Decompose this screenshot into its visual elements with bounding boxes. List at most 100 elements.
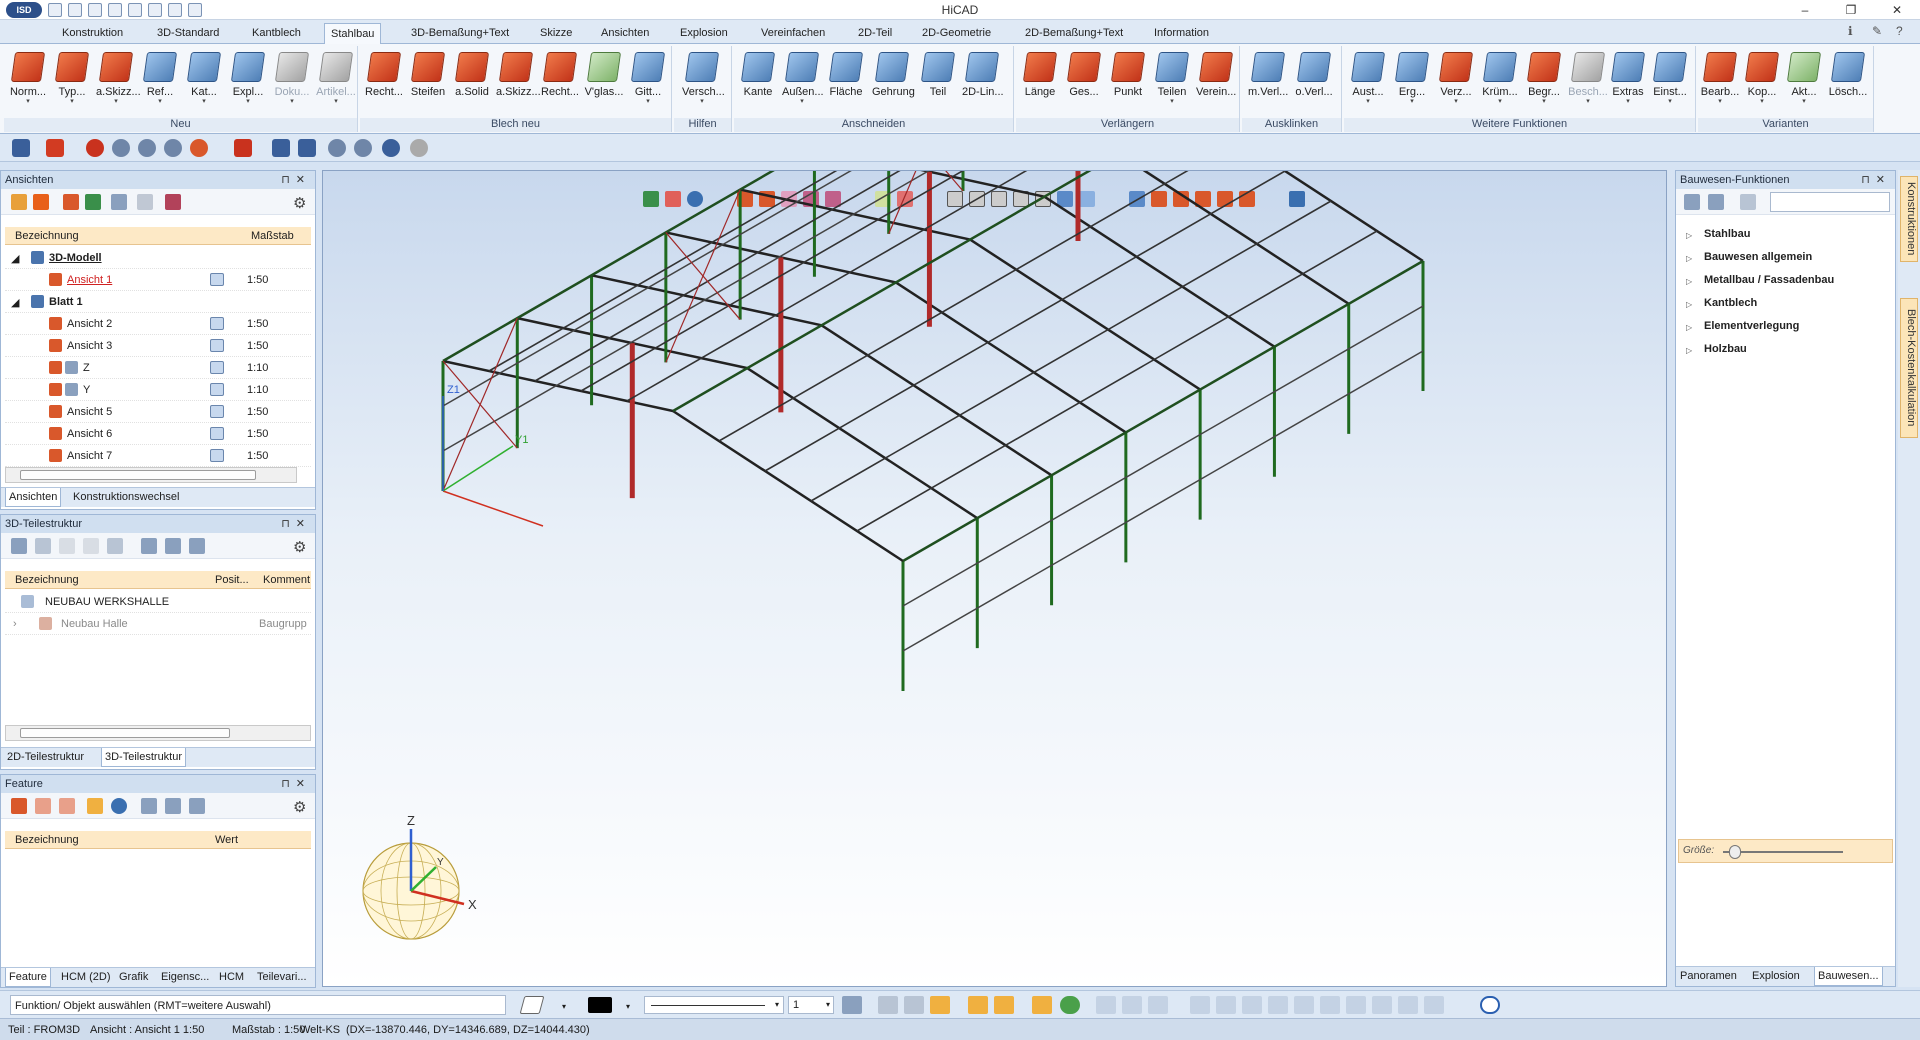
- regenerate-icon[interactable]: [1480, 996, 1500, 1014]
- tab-stahlbau[interactable]: Stahlbau: [324, 23, 382, 45]
- beam-tool-icon[interactable]: [234, 139, 252, 157]
- sort-1-icon[interactable]: [141, 538, 157, 554]
- edit-icon[interactable]: ✎: [1872, 24, 1886, 38]
- gehrung-button[interactable]: Gehrung: [872, 50, 915, 112]
- settings-gear-icon[interactable]: ⚙: [293, 538, 309, 556]
- info-icon[interactable]: ℹ: [1848, 24, 1862, 38]
- tool-2-icon[interactable]: [35, 538, 51, 554]
- blech-a-skizze-button[interactable]: a.Skizz...: [496, 50, 541, 112]
- blech-recht2-button[interactable]: Recht...: [540, 50, 580, 112]
- minimize-button[interactable]: –: [1782, 0, 1828, 20]
- color-picker[interactable]: [588, 997, 612, 1013]
- view-delete-icon[interactable]: [165, 194, 181, 210]
- tool-disabled-11-icon[interactable]: [1372, 996, 1392, 1014]
- tab-kantblech[interactable]: Kantblech: [246, 25, 307, 44]
- new-file-icon[interactable]: [48, 2, 62, 17]
- close-button[interactable]: ✕: [1874, 0, 1920, 20]
- bearb-button[interactable]: Bearb... ▾: [1700, 50, 1740, 112]
- redo-icon[interactable]: [188, 2, 202, 17]
- extras-button[interactable]: Extras ▾: [1608, 50, 1648, 112]
- pin-close-icons[interactable]: ⊓✕: [281, 517, 311, 530]
- refresh-green-icon[interactable]: [1060, 996, 1080, 1014]
- snap-icon[interactable]: [1032, 996, 1052, 1014]
- sort-2-icon[interactable]: [165, 538, 181, 554]
- blech-recht-button[interactable]: Recht...: [364, 50, 404, 112]
- bauwesen-search-input[interactable]: [1770, 192, 1890, 212]
- aussen-button[interactable]: Außen... ▾: [782, 50, 824, 112]
- command-line[interactable]: Funktion/ Objekt auswählen (RMT=weitere …: [10, 995, 506, 1015]
- tool-disabled-7-icon[interactable]: [1268, 996, 1288, 1014]
- expl-button[interactable]: Expl... ▾: [228, 50, 268, 112]
- tab-3d-teilestruktur[interactable]: 3D-Teilestruktur: [101, 748, 187, 767]
- ring-icon[interactable]: [328, 139, 346, 157]
- vereinigen-button[interactable]: Verein...: [1196, 50, 1236, 112]
- sort-2-icon[interactable]: [1708, 194, 1724, 210]
- tab-eigenschaften[interactable]: Eigensc...: [159, 971, 211, 983]
- tool-disabled-4-icon[interactable]: [1190, 996, 1210, 1014]
- plane-icon[interactable]: [519, 996, 545, 1014]
- view-row-blatt-1[interactable]: ◢ Blatt 1: [5, 291, 311, 313]
- tool-disabled-6-icon[interactable]: [1242, 996, 1262, 1014]
- search-icon[interactable]: [1740, 194, 1756, 210]
- grid-frame-icon[interactable]: [994, 996, 1014, 1014]
- tab-3d-standard[interactable]: 3D-Standard: [151, 25, 225, 44]
- new-view-icon[interactable]: [11, 194, 27, 210]
- teilen-button[interactable]: Teilen ▾: [1152, 50, 1192, 112]
- ansichten-hscrollbar[interactable]: [5, 467, 297, 483]
- tree-item-metallbau[interactable]: Metallbau / Fassadenbau: [1704, 274, 1834, 286]
- ges-button[interactable]: Ges...: [1064, 50, 1104, 112]
- steel-hall-model[interactable]: Y1 Z1: [323, 171, 1667, 987]
- shading-color-icon[interactable]: [930, 996, 950, 1014]
- view-row-ansicht-5[interactable]: Ansicht 5 1:50: [5, 401, 311, 423]
- tab-2d-teilestruktur[interactable]: 2D-Teilestruktur: [5, 751, 86, 763]
- size-slider-thumb[interactable]: [1729, 845, 1741, 859]
- tab-teilevarianten[interactable]: Teilevari...: [255, 971, 309, 983]
- laenge-button[interactable]: Länge: [1020, 50, 1060, 112]
- aust-button[interactable]: Aust... ▾: [1348, 50, 1388, 112]
- feature-5-icon[interactable]: [111, 798, 127, 814]
- tab-bauwesen[interactable]: Bauwesen...: [1814, 967, 1883, 986]
- kante-button[interactable]: Kante: [738, 50, 778, 112]
- tab-hcm[interactable]: HCM: [217, 971, 246, 983]
- m-verl-button[interactable]: m.Verl...: [1248, 50, 1288, 112]
- folder-icon[interactable]: [128, 2, 142, 17]
- besch-button[interactable]: Besch... ▾: [1568, 50, 1608, 112]
- tool-disabled-12-icon[interactable]: [1398, 996, 1418, 1014]
- tool-disabled-2-icon[interactable]: [1122, 996, 1142, 1014]
- tab-skizze[interactable]: Skizze: [534, 25, 578, 44]
- tree-item-stahlbau[interactable]: Stahlbau: [1704, 228, 1750, 240]
- tree-item-bauwesen-allgemein[interactable]: Bauwesen allgemein: [1704, 251, 1812, 263]
- punkt-button[interactable]: Punkt: [1108, 50, 1148, 112]
- sort-2-icon[interactable]: [165, 798, 181, 814]
- side-tab-konstruktionen[interactable]: Konstruktionen: [1900, 176, 1918, 262]
- structure-icon[interactable]: [12, 139, 30, 157]
- tab-3d-bemassung[interactable]: 3D-Bemaßung+Text: [405, 25, 515, 44]
- line-width-select[interactable]: 1 ▾: [788, 996, 834, 1014]
- view-row-ansicht-2[interactable]: Ansicht 2 1:50: [5, 313, 311, 335]
- grid-points-icon[interactable]: [968, 996, 988, 1014]
- a-solid-button[interactable]: a.Solid: [452, 50, 492, 112]
- kop-button[interactable]: Kop... ▾: [1742, 50, 1782, 112]
- gitter-button[interactable]: Gitt... ▾: [628, 50, 668, 112]
- steifen-button[interactable]: Steifen: [408, 50, 448, 112]
- pin-close-icons[interactable]: ⊓✕: [281, 777, 311, 790]
- feature-3-icon[interactable]: [59, 798, 75, 814]
- artikel-button[interactable]: Artikel... ▾: [316, 50, 356, 112]
- shade-1-icon[interactable]: [112, 139, 130, 157]
- erg-button[interactable]: Erg... ▾: [1392, 50, 1432, 112]
- line-style-select[interactable]: ▾: [644, 996, 784, 1014]
- view-green-icon[interactable]: [85, 194, 101, 210]
- shade-2-icon[interactable]: [138, 139, 156, 157]
- tool-disabled-9-icon[interactable]: [1320, 996, 1340, 1014]
- flaeche-button[interactable]: Fläche: [826, 50, 866, 112]
- tab-panoramen[interactable]: Panoramen: [1678, 970, 1739, 982]
- settings-gear-icon[interactable]: ⚙: [293, 798, 309, 816]
- begr-button[interactable]: Begr... ▾: [1524, 50, 1564, 112]
- verz-button[interactable]: Verz... ▾: [1436, 50, 1476, 112]
- view-row-z[interactable]: Z 1:10: [5, 357, 311, 379]
- flag-icon[interactable]: [46, 139, 64, 157]
- 3d-viewport[interactable]: Y1 Z1 Z X Y: [322, 170, 1667, 987]
- tab-feature[interactable]: Feature: [5, 968, 51, 987]
- tree-item-holzbau[interactable]: Holzbau: [1704, 343, 1747, 355]
- doku-button[interactable]: Doku... ▾: [272, 50, 312, 112]
